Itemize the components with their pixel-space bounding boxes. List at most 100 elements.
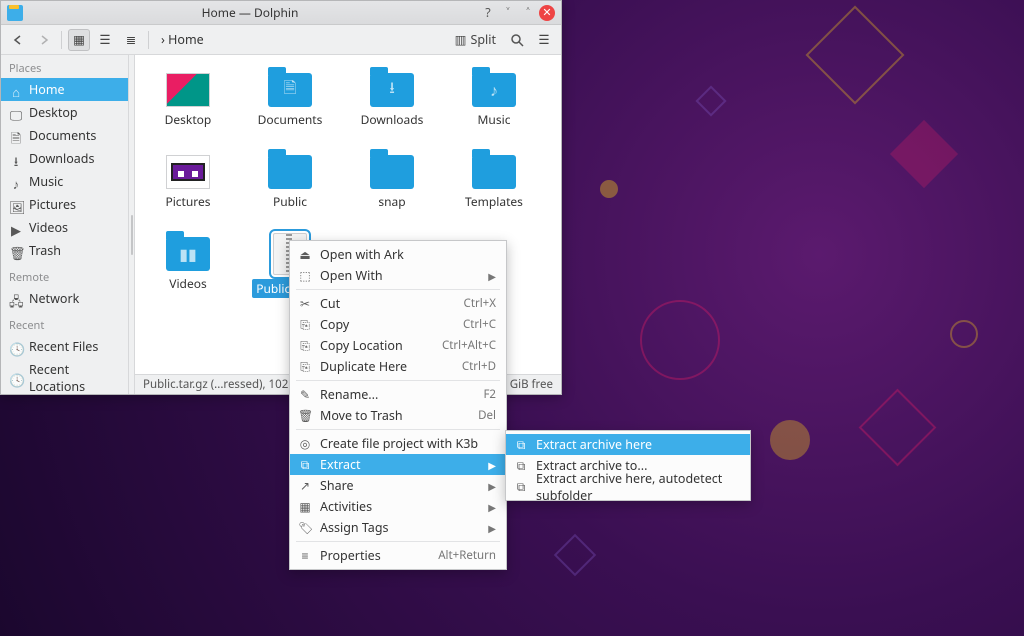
menu-item-icon: ⎘ bbox=[298, 316, 312, 333]
forward-button[interactable] bbox=[33, 29, 55, 51]
menu-item[interactable]: ≡PropertiesAlt+Return bbox=[290, 545, 506, 566]
back-button[interactable] bbox=[7, 29, 29, 51]
menu-item[interactable]: ⎘Duplicate HereCtrl+D bbox=[290, 356, 506, 377]
folder-icon: ▮▮ bbox=[166, 237, 210, 271]
menu-item-icon: ✎ bbox=[298, 386, 312, 403]
menu-item-label: Create file project with K3b bbox=[320, 435, 496, 452]
maximize-button[interactable]: ˄ bbox=[519, 4, 537, 22]
file-item[interactable]: Templates bbox=[443, 149, 545, 229]
file-label: Pictures bbox=[165, 193, 210, 210]
sidebar-item-home[interactable]: ⌂Home bbox=[1, 78, 128, 101]
file-item[interactable]: 🗎Documents bbox=[239, 67, 341, 147]
file-label: Music bbox=[478, 111, 511, 128]
menu-item-label: Open With bbox=[320, 267, 480, 284]
hamburger-button[interactable]: ☰ bbox=[533, 29, 555, 51]
menu-item-icon: ◎ bbox=[298, 435, 312, 452]
trash-icon: 🗑 bbox=[9, 244, 23, 258]
menu-item-shortcut: Ctrl+X bbox=[464, 296, 496, 311]
menu-item-icon: 🏷 bbox=[298, 519, 312, 536]
sidebar-item-pictures[interactable]: 🖼Pictures bbox=[1, 193, 128, 216]
menu-item-icon: ⎘ bbox=[298, 358, 312, 375]
menu-item-label: Share bbox=[320, 477, 480, 494]
menu-item[interactable]: ◎ Create file project with K3b bbox=[290, 433, 506, 454]
menu-item-icon: ✂ bbox=[298, 295, 312, 312]
menu-item[interactable]: ▦Activities▶ bbox=[290, 496, 506, 517]
recent-files-icon: 🕓 bbox=[9, 340, 23, 354]
file-item[interactable]: ▮▮ Videos bbox=[137, 231, 239, 311]
file-label: Desktop bbox=[165, 111, 212, 128]
titlebar: Home — Dolphin ? ˅ ˄ ✕ bbox=[1, 1, 561, 25]
menu-item-shortcut: Ctrl+C bbox=[463, 317, 496, 332]
file-item[interactable]: Desktop bbox=[137, 67, 239, 147]
menu-item[interactable]: ⧉Extract archive here, autodetect subfol… bbox=[506, 476, 750, 497]
documents-icon: 🗎 bbox=[9, 129, 23, 143]
file-label: Videos bbox=[169, 275, 206, 292]
menu-item-shortcut: Ctrl+Alt+C bbox=[442, 338, 496, 353]
menu-item[interactable]: ⎘Copy LocationCtrl+Alt+C bbox=[290, 335, 506, 356]
sidebar-item-recent-files[interactable]: 🕓Recent Files bbox=[1, 335, 128, 358]
remote-header: Remote bbox=[1, 268, 128, 287]
breadcrumb[interactable]: › Home bbox=[155, 31, 210, 48]
menu-item[interactable]: ⬚Open With▶ bbox=[290, 265, 506, 286]
split-button[interactable]: ▥ Split bbox=[450, 29, 501, 51]
file-item[interactable]: Public bbox=[239, 149, 341, 229]
menu-item[interactable]: ↗Share▶ bbox=[290, 475, 506, 496]
sidebar-item-recent-locations[interactable]: 🕓Recent Locations bbox=[1, 358, 128, 394]
downloads-icon: ⭳ bbox=[9, 152, 23, 166]
compact-view-button[interactable]: ☰ bbox=[94, 29, 116, 51]
menu-item[interactable]: 🗑Move to TrashDel bbox=[290, 405, 506, 426]
toolbar: ▦ ☰ ≣ › Home ▥ Split ☰ bbox=[1, 25, 561, 55]
split-label: Split bbox=[470, 31, 496, 48]
menu-item-icon: ⎘ bbox=[298, 337, 312, 354]
menu-item-icon: ⧉ bbox=[514, 436, 528, 453]
file-label: snap bbox=[378, 193, 405, 210]
folder-icon: ♪ bbox=[472, 73, 516, 107]
file-item[interactable]: ⭳Downloads bbox=[341, 67, 443, 147]
close-button[interactable]: ✕ bbox=[539, 5, 555, 21]
details-view-button[interactable]: ≣ bbox=[120, 29, 142, 51]
menu-item-icon: 🗑 bbox=[298, 407, 312, 424]
sidebar-item-downloads[interactable]: ⭳Downloads bbox=[1, 147, 128, 170]
menu-item-icon: ⧉ bbox=[298, 456, 312, 473]
menu-item-label: Extract archive here bbox=[536, 436, 740, 453]
icon-view-button[interactable]: ▦ bbox=[68, 29, 90, 51]
menu-item-shortcut: Ctrl+D bbox=[462, 359, 496, 374]
menu-item[interactable]: ✎Rename...F2 bbox=[290, 384, 506, 405]
sidebar-item-trash[interactable]: 🗑Trash bbox=[1, 239, 128, 262]
status-selected-text: Public.tar.gz (...ressed), 102 B) bbox=[143, 377, 302, 392]
sidebar-item-desktop[interactable]: 🖵Desktop bbox=[1, 101, 128, 124]
menu-item[interactable]: ⧉Extract▶ bbox=[290, 454, 506, 475]
menu-item-label: Activities bbox=[320, 498, 480, 515]
menu-item-icon: ⧉ bbox=[514, 457, 528, 474]
places-header: Places bbox=[1, 59, 128, 78]
menu-item[interactable]: ⧉ Extract archive here bbox=[506, 434, 750, 455]
search-button[interactable] bbox=[505, 29, 529, 51]
menu-item-shortcut: Del bbox=[478, 408, 496, 423]
sidebar-item-music[interactable]: ♪Music bbox=[1, 170, 128, 193]
menu-item-label: Extract archive here, autodetect subfold… bbox=[536, 470, 740, 504]
minimize-button[interactable]: ˅ bbox=[499, 4, 517, 22]
menu-item-shortcut: Alt+Return bbox=[438, 548, 496, 563]
help-button[interactable]: ? bbox=[479, 4, 497, 22]
pictures-thumb-icon bbox=[166, 155, 210, 189]
submenu-arrow-icon: ▶ bbox=[488, 458, 496, 472]
sidebar-item-network[interactable]: 🖧Network bbox=[1, 287, 128, 310]
file-item[interactable]: snap bbox=[341, 149, 443, 229]
menu-item[interactable]: ✂ Cut Ctrl+X bbox=[290, 293, 506, 314]
window-title: Home — Dolphin bbox=[23, 4, 477, 21]
desktop-thumb-icon bbox=[166, 73, 210, 107]
file-item[interactable]: Pictures bbox=[137, 149, 239, 229]
music-icon: ♪ bbox=[9, 175, 23, 189]
menu-item[interactable]: ⏏Open with Ark bbox=[290, 244, 506, 265]
breadcrumb-home[interactable]: Home bbox=[168, 31, 204, 48]
extract-submenu: ⧉Extract archive here⧉Extract archive to… bbox=[505, 430, 751, 501]
file-label: Downloads bbox=[361, 111, 424, 128]
sidebar-item-videos[interactable]: ▶Videos bbox=[1, 216, 128, 239]
menu-item[interactable]: 🏷Assign Tags▶ bbox=[290, 517, 506, 538]
menu-item[interactable]: ⎘CopyCtrl+C bbox=[290, 314, 506, 335]
menu-item-label: Cut bbox=[320, 295, 456, 312]
places-panel: Places ⌂Home 🖵Desktop 🗎Documents ⭳Downlo… bbox=[1, 55, 129, 394]
file-label: Documents bbox=[258, 111, 323, 128]
sidebar-item-documents[interactable]: 🗎Documents bbox=[1, 124, 128, 147]
file-item[interactable]: ♪ Music bbox=[443, 67, 545, 147]
